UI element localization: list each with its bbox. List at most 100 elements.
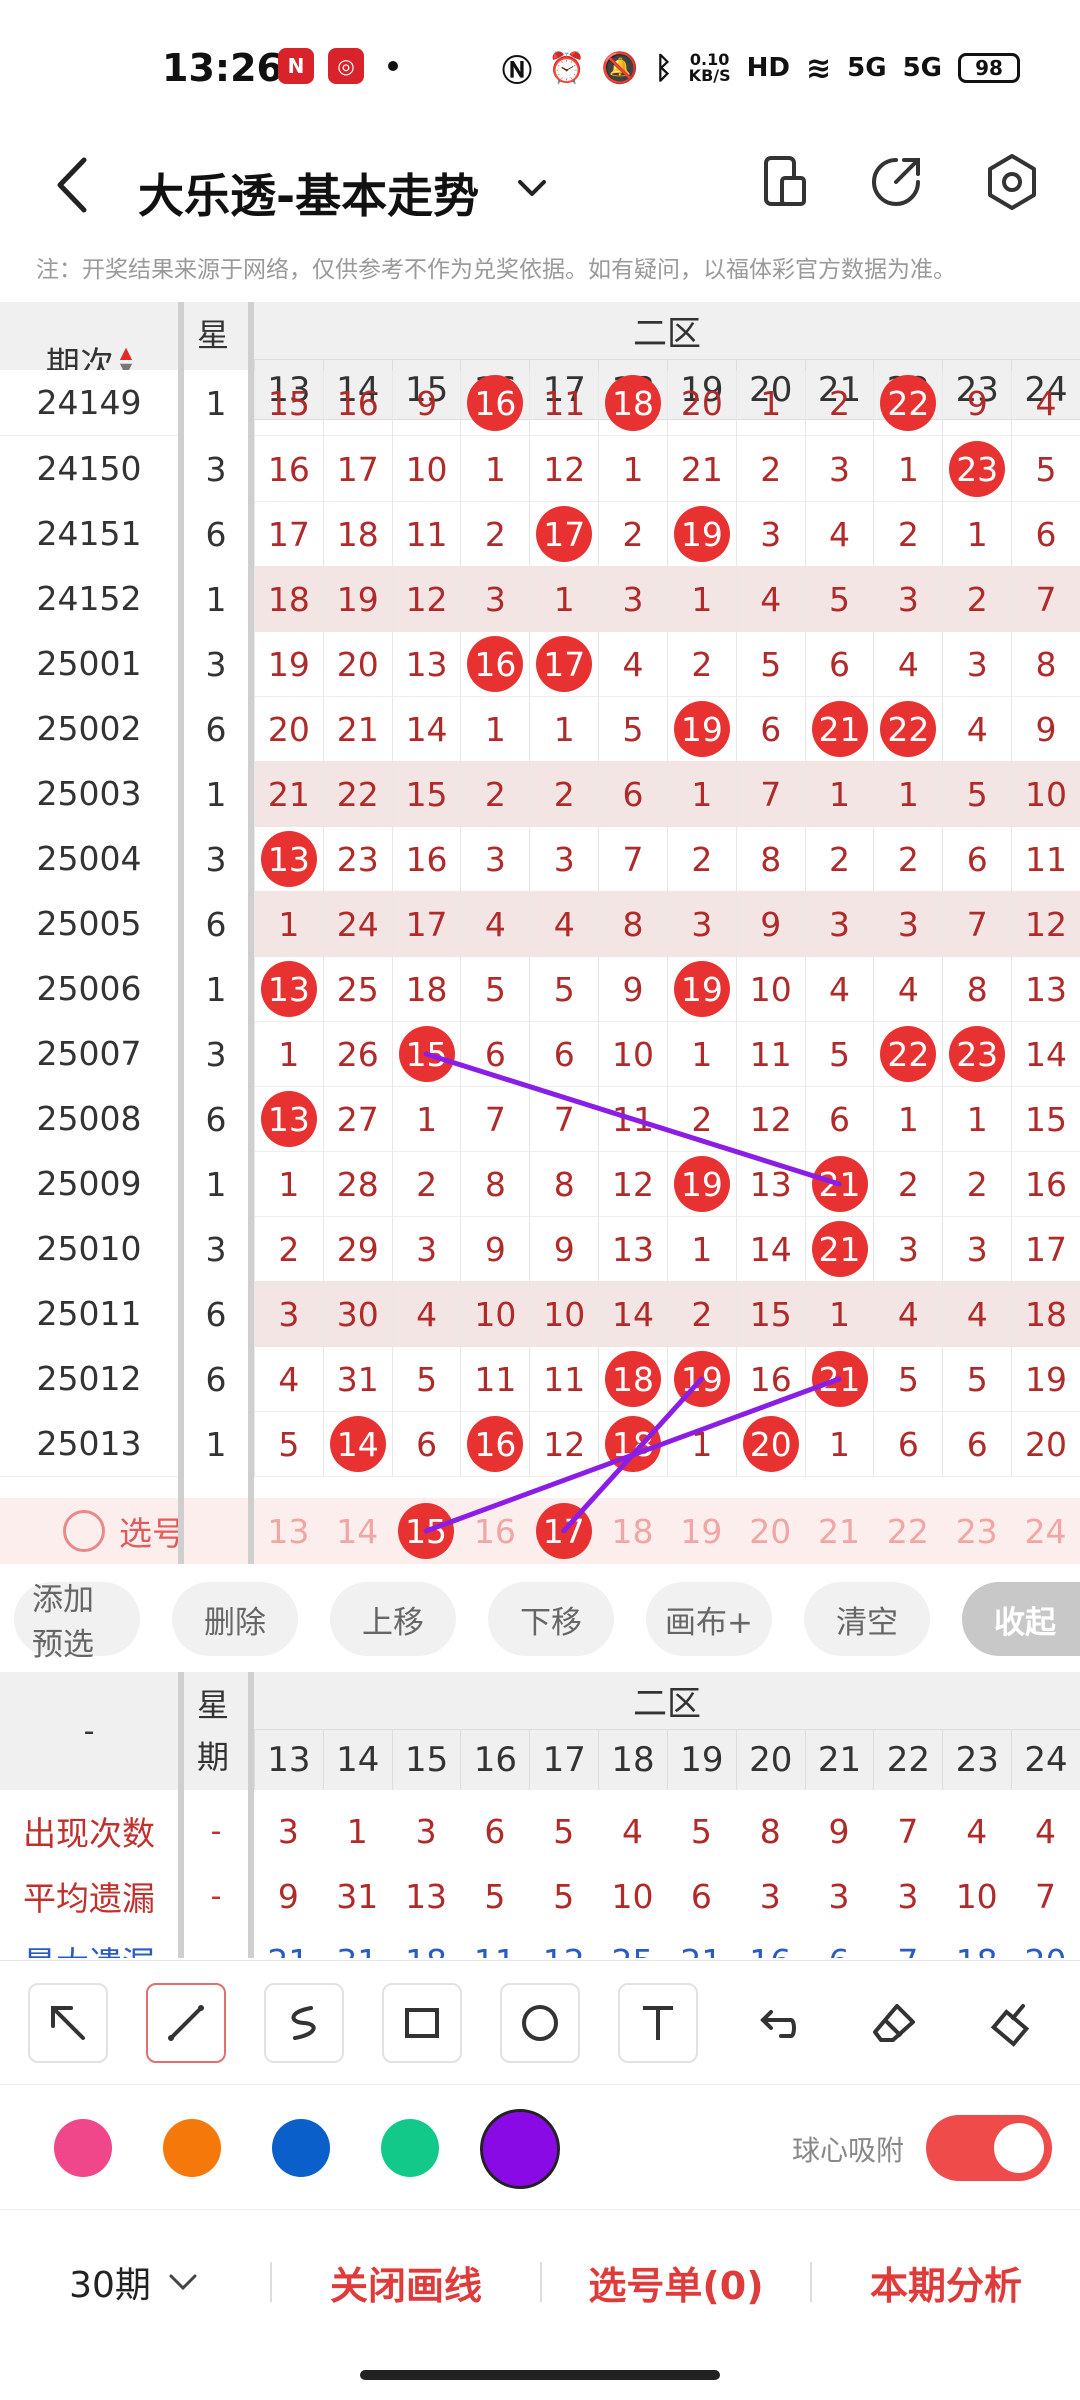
wifi-icon: ≋ bbox=[805, 50, 832, 86]
color-swatch-pink[interactable] bbox=[54, 2119, 112, 2177]
select-number-cell[interactable]: 24 bbox=[1011, 1498, 1080, 1564]
chevron-down-icon[interactable] bbox=[512, 168, 552, 208]
miss-count-cell: 1 bbox=[804, 1411, 874, 1477]
number-select-row[interactable]: 选号 13 14 15 16 17 18 19 20 21 22 23 24 bbox=[0, 1498, 1080, 1564]
circle-tool-button[interactable] bbox=[500, 1982, 580, 2063]
battery-icon: 98 bbox=[958, 53, 1020, 83]
canvas-button[interactable]: 画布+ bbox=[646, 1582, 772, 1656]
select-number-cell[interactable]: 13 bbox=[254, 1498, 323, 1564]
stats-corner: - bbox=[83, 1713, 95, 1749]
select-label[interactable]: 选号 bbox=[0, 1498, 248, 1564]
trend-grid[interactable]: 期次 ▲▼ 星期 二区 131415161718192021222324 241… bbox=[0, 302, 1080, 1564]
ball-number: 22 bbox=[880, 1026, 937, 1082]
status-notification-icons: N ◎ bbox=[278, 48, 408, 84]
select-number-cell[interactable]: 14 bbox=[323, 1498, 392, 1564]
brush-clear-button[interactable] bbox=[972, 1983, 1052, 2063]
select-number-cell[interactable]: 19 bbox=[667, 1498, 736, 1564]
select-number-cell[interactable]: 20 bbox=[736, 1498, 805, 1564]
selected-number-ball[interactable]: 15 bbox=[392, 1498, 461, 1564]
select-number-cells[interactable]: 13 14 15 16 17 18 19 20 21 22 23 24 bbox=[254, 1498, 1080, 1564]
select-number-cell[interactable]: 16 bbox=[460, 1498, 529, 1564]
move-down-button[interactable]: 下移 bbox=[488, 1582, 614, 1656]
page-title[interactable]: 大乐透-基本走势 bbox=[138, 160, 479, 226]
miss-count-cell: 10 bbox=[1011, 761, 1080, 827]
miss-count-cell: 1 bbox=[666, 1216, 736, 1282]
select-radio-icon[interactable] bbox=[63, 1510, 105, 1552]
miss-count-cell: 11 bbox=[529, 1346, 598, 1412]
color-swatch-orange[interactable] bbox=[163, 2119, 221, 2177]
select-tool-button[interactable] bbox=[28, 1982, 108, 2063]
miss-count-cell: 4 bbox=[1011, 370, 1080, 436]
miss-count-cell: 8 bbox=[529, 1151, 598, 1217]
move-up-button[interactable]: 上移 bbox=[330, 1582, 456, 1656]
ball-number: 14 bbox=[329, 1416, 386, 1472]
home-indicator[interactable] bbox=[360, 2370, 720, 2380]
clear-button[interactable]: 清空 bbox=[804, 1582, 930, 1656]
miss-count-cell: 16 bbox=[735, 1346, 805, 1412]
stats-column-header-22: 22 bbox=[873, 1730, 942, 1790]
miss-count-cell: 9 bbox=[1011, 696, 1080, 762]
miss-count-cell: 14 bbox=[735, 1216, 805, 1282]
drawn-number-ball: 21 bbox=[804, 1216, 874, 1282]
select-number-cell[interactable]: 21 bbox=[805, 1498, 874, 1564]
line-tool-button[interactable] bbox=[146, 1982, 226, 2063]
miss-count-cell: 4 bbox=[460, 891, 529, 957]
drawn-number-ball: 18 bbox=[598, 1411, 667, 1477]
freehand-tool-button[interactable] bbox=[264, 1982, 344, 2063]
ball-number: 16 bbox=[467, 375, 524, 431]
period-selector[interactable]: 30期 bbox=[0, 2256, 270, 2308]
snap-toggle[interactable] bbox=[926, 2115, 1052, 2181]
select-number-cell[interactable]: 18 bbox=[598, 1498, 667, 1564]
selected-number-ball[interactable]: 17 bbox=[529, 1498, 598, 1564]
table-row: 25013 1 5 14 6 16 12 18 1 20 1 6 6 20 bbox=[0, 1411, 1080, 1477]
stats-dash-cell: - bbox=[210, 1878, 222, 1914]
stats-cell: 3 bbox=[828, 1876, 850, 1916]
miss-count-cell: 9 bbox=[391, 370, 461, 436]
miss-count-cell: 2 bbox=[529, 761, 598, 827]
column-divider bbox=[178, 302, 184, 1564]
table-row: 25001 3 19 20 13 16 17 4 2 5 6 4 3 8 bbox=[0, 631, 1080, 697]
eraser-button[interactable] bbox=[854, 1983, 934, 2063]
undo-button[interactable] bbox=[736, 1983, 816, 2063]
miss-count-cell: 8 bbox=[735, 826, 805, 892]
stats-cell: 21 bbox=[254, 1928, 323, 1959]
table-row: 25010 3 2 29 3 9 9 13 1 14 21 3 3 17 bbox=[0, 1216, 1080, 1282]
collapse-button[interactable]: 收起 bbox=[962, 1582, 1080, 1656]
miss-count-cell: 2 bbox=[598, 501, 667, 567]
pick-list-button[interactable]: 选号单(0) bbox=[542, 2255, 810, 2310]
period-analysis-button[interactable]: 本期分析 bbox=[812, 2255, 1080, 2310]
miss-count-cell: 16 bbox=[254, 436, 323, 502]
table-row: 25007 3 1 26 15 6 6 10 1 11 5 22 23 14 bbox=[0, 1021, 1080, 1087]
miss-count-cell: 16 bbox=[391, 826, 461, 892]
close-draw-button[interactable]: 关闭画线 bbox=[272, 2255, 540, 2310]
period-cell: 24151 bbox=[0, 501, 178, 566]
stats-column-header-18: 18 bbox=[598, 1730, 667, 1790]
color-swatch-purple[interactable] bbox=[480, 2109, 560, 2189]
stats-cell: 1 bbox=[346, 1811, 368, 1851]
add-filter-button[interactable]: 添加预选 bbox=[14, 1582, 140, 1663]
select-number-cell[interactable]: 22 bbox=[873, 1498, 942, 1564]
miss-count-cell: 10 bbox=[735, 956, 805, 1022]
miss-count-cell: 2 bbox=[254, 1216, 323, 1282]
row-number-cells: 1 28 2 8 8 12 19 13 21 2 2 16 bbox=[254, 1151, 1080, 1217]
nfc-icon: Ⓝ bbox=[501, 54, 532, 89]
drawn-number-ball: 16 bbox=[460, 370, 529, 436]
miss-count-cell: 1 bbox=[529, 696, 598, 762]
miss-count-cell: 19 bbox=[322, 566, 392, 632]
color-swatch-blue[interactable] bbox=[272, 2119, 330, 2177]
share-icon[interactable] bbox=[856, 142, 936, 222]
miss-count-cell: 6 bbox=[942, 826, 1011, 892]
stats-table[interactable]: - 星期 二区 13 14 15 16 17 18 19 20 21 22 23 24 出现次数 -3 1… bbox=[0, 1672, 1080, 1958]
rectangle-tool-button[interactable] bbox=[382, 1982, 462, 2063]
text-tool-button[interactable] bbox=[618, 1982, 698, 2063]
settings-hexagon-icon[interactable] bbox=[972, 142, 1052, 222]
back-arrow-icon[interactable] bbox=[48, 150, 98, 220]
stats-column-divider-2 bbox=[248, 1672, 254, 1958]
delete-button[interactable]: 删除 bbox=[172, 1582, 298, 1656]
miss-count-cell: 12 bbox=[598, 1151, 667, 1217]
color-swatch-green[interactable] bbox=[381, 2119, 439, 2177]
phone-layout-icon[interactable] bbox=[744, 142, 824, 222]
miss-count-cell: 27 bbox=[322, 1086, 392, 1152]
select-number-cell[interactable]: 23 bbox=[942, 1498, 1011, 1564]
miss-count-cell: 2 bbox=[942, 566, 1011, 632]
